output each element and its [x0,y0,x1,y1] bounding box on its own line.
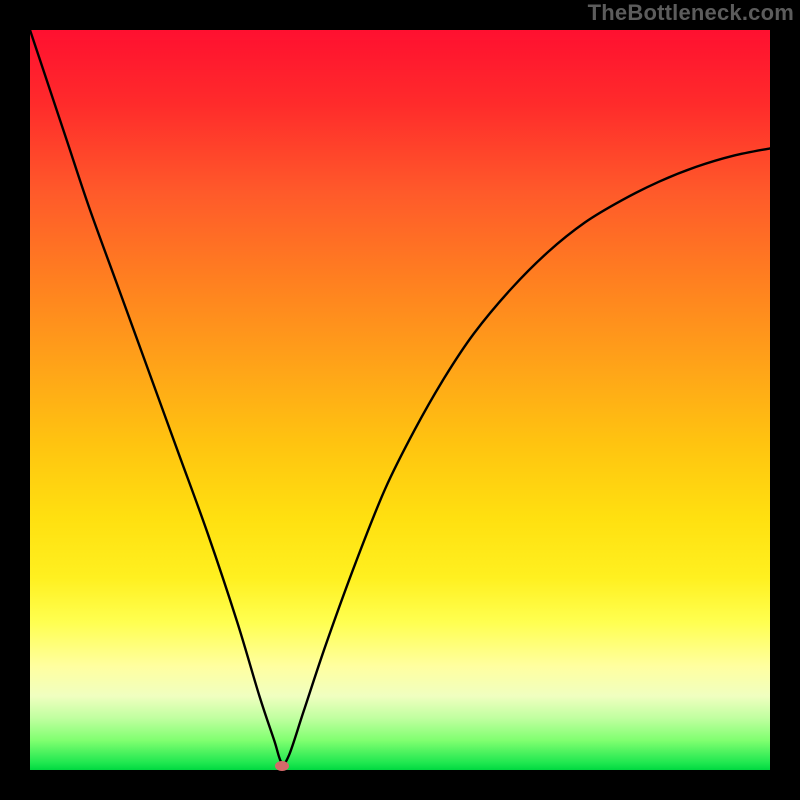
minimum-marker [275,761,289,771]
curve-svg [30,30,770,770]
chart-frame: TheBottleneck.com [0,0,800,800]
watermark-text: TheBottleneck.com [588,0,794,26]
bottleneck-curve [30,30,770,764]
plot-area [30,30,770,770]
